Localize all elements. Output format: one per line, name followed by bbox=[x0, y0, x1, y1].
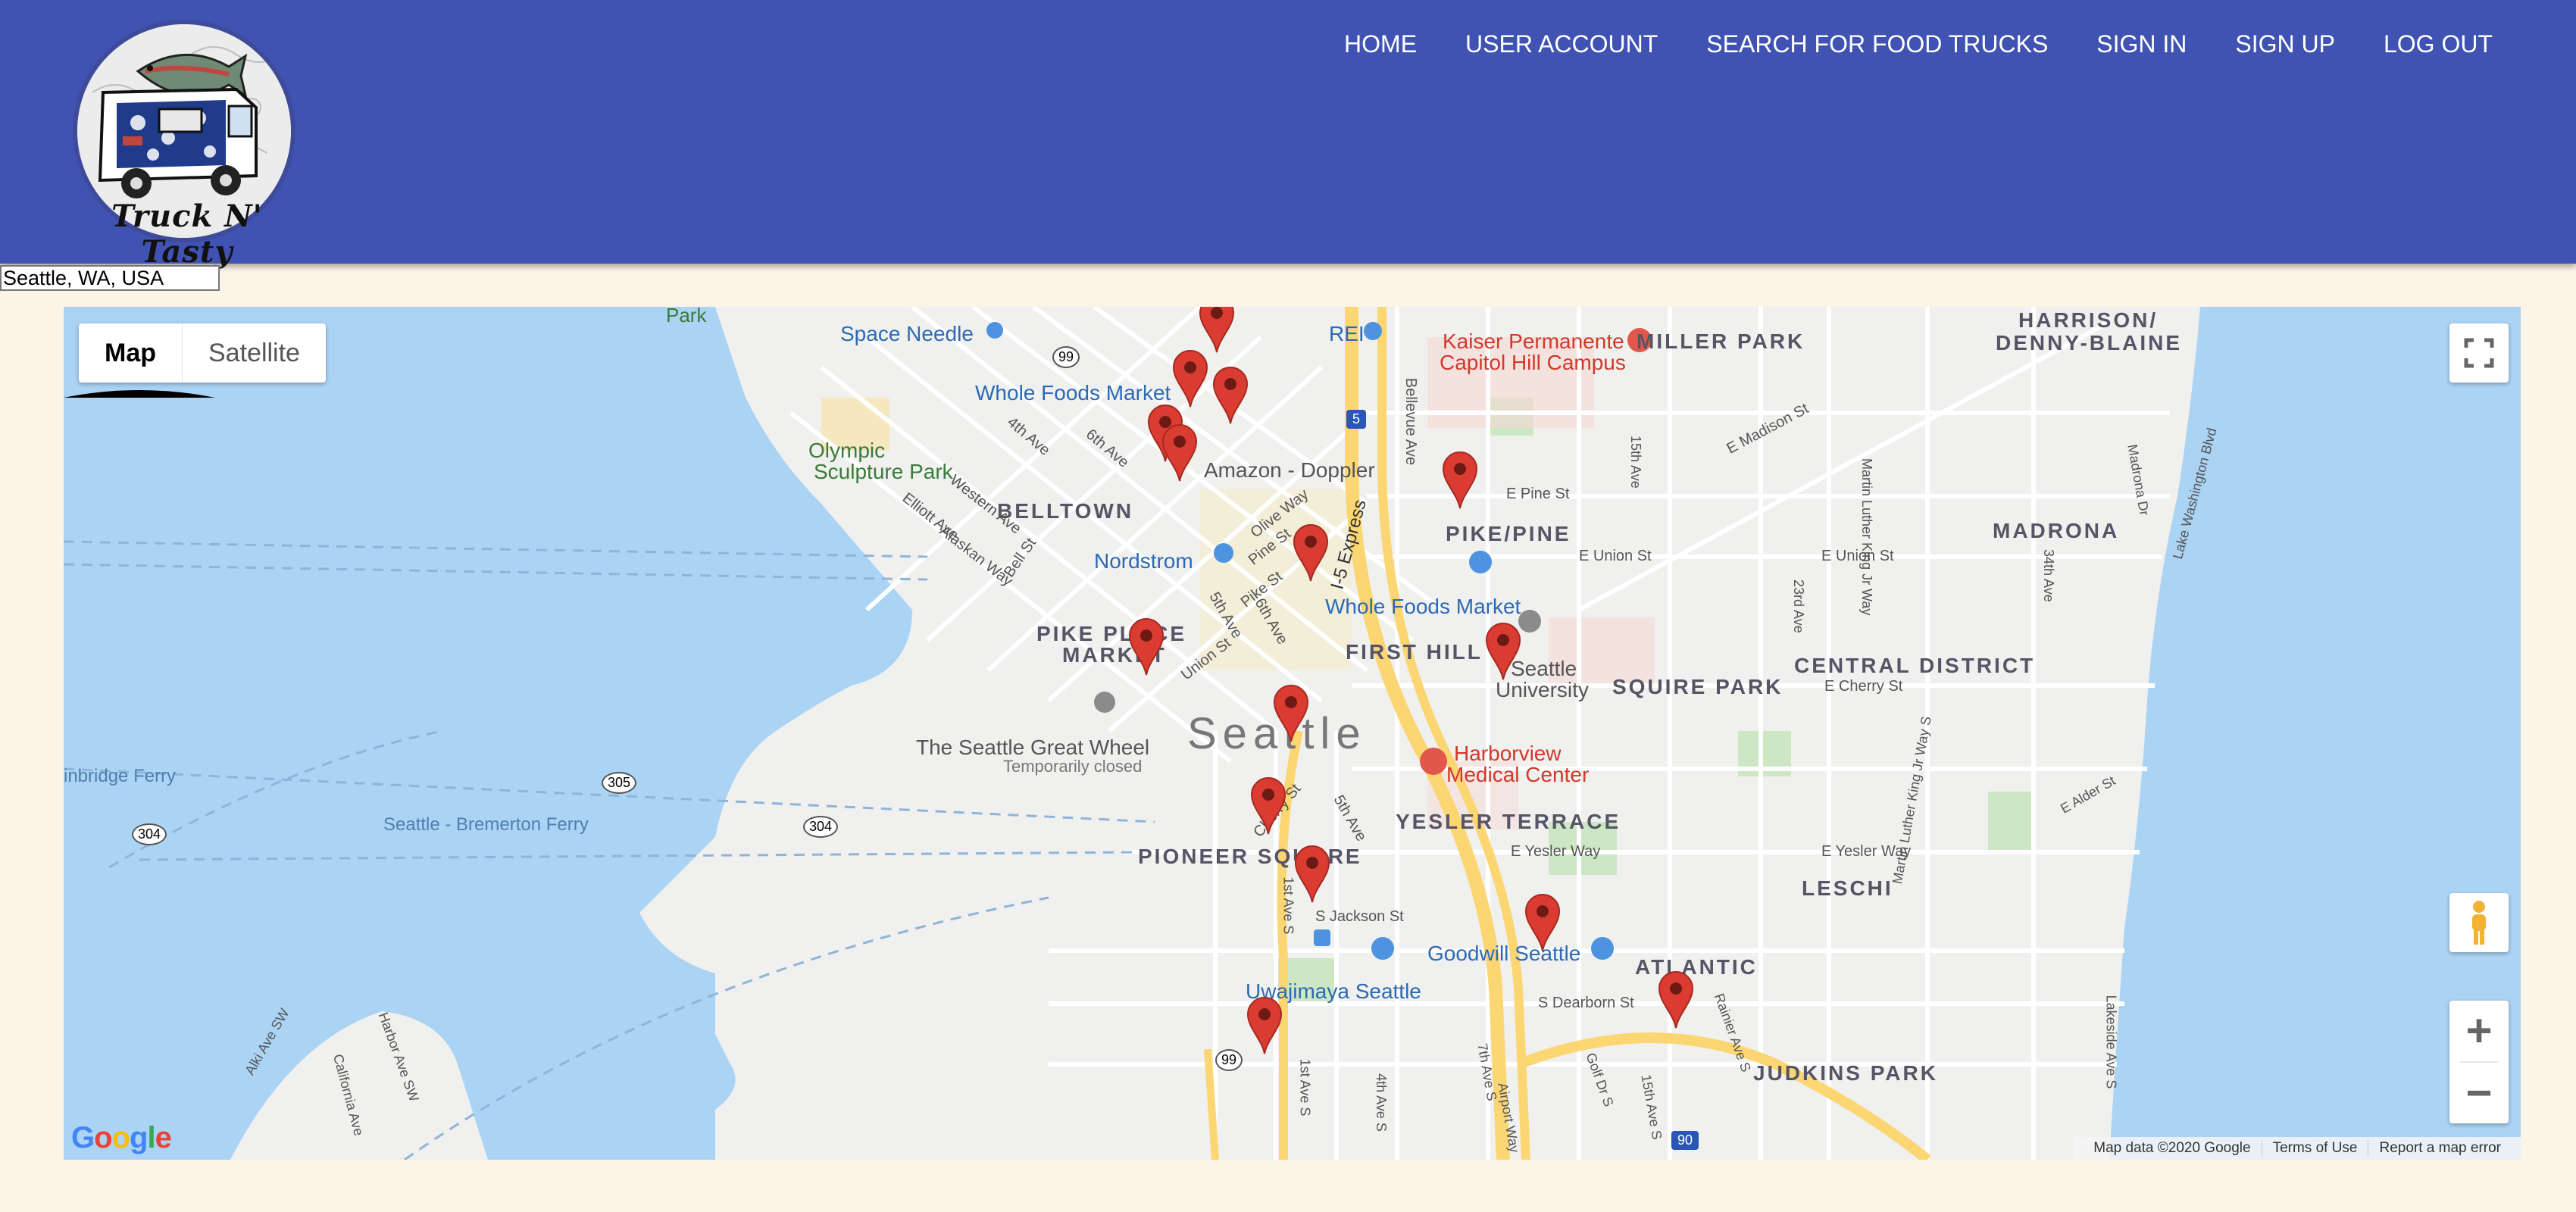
google-logo[interactable]: Google bbox=[71, 1121, 172, 1155]
map-marker-icon[interactable] bbox=[1160, 420, 1199, 483]
shopping-bag-icon bbox=[1364, 322, 1382, 340]
map-marker-icon[interactable] bbox=[1291, 520, 1330, 583]
district-first-hill: FIRST HILL bbox=[1346, 640, 1483, 664]
location-search-input[interactable] bbox=[0, 265, 220, 291]
street-view-pegman[interactable] bbox=[2449, 893, 2509, 952]
district-judkins-park: JUDKINS PARK bbox=[1753, 1061, 1938, 1085]
district-atlantic: ATLANTIC bbox=[1635, 955, 1758, 979]
street-e-cherry: E Cherry St bbox=[1824, 678, 1903, 695]
logo[interactable]: Truck N' Tasty bbox=[55, 17, 312, 270]
district-yesler-terrace: YESLER TERRACE bbox=[1396, 810, 1621, 833]
nav-search-food-trucks[interactable]: SEARCH FOR FOOD TRUCKS bbox=[1706, 30, 2048, 64]
main-nav: HOME USER ACCOUNT SEARCH FOR FOOD TRUCKS… bbox=[1296, 30, 2493, 64]
terms-of-use-link[interactable]: Terms of Use bbox=[2261, 1140, 2368, 1157]
water-bainbridge-ferry: inbridge Ferry bbox=[64, 766, 177, 786]
fullscreen-button[interactable] bbox=[2449, 323, 2509, 383]
route-shield: 5 bbox=[1346, 410, 1367, 429]
district-madrona: MADRONA bbox=[1993, 519, 2120, 542]
map-marker-icon[interactable] bbox=[1249, 773, 1288, 836]
zoom-out-button[interactable]: − bbox=[2449, 1063, 2509, 1123]
poi-space-needle[interactable]: Space Needle bbox=[840, 322, 974, 346]
route-shield: 304 bbox=[132, 823, 167, 845]
map-marker-icon[interactable] bbox=[1483, 619, 1523, 681]
poi-nordstrom[interactable]: Nordstrom bbox=[1094, 549, 1193, 573]
pegman-icon bbox=[2472, 901, 2486, 945]
nav-user-account[interactable]: USER ACCOUNT bbox=[1465, 30, 1658, 64]
map-marker-icon[interactable] bbox=[1127, 614, 1166, 676]
map-marker-icon[interactable] bbox=[1523, 890, 1562, 952]
poi-seattle-u-2[interactable]: University bbox=[1496, 678, 1589, 702]
nav-sign-in[interactable]: SIGN IN bbox=[2096, 30, 2187, 64]
map-marker-icon[interactable] bbox=[1656, 967, 1696, 1029]
attraction-icon bbox=[1094, 692, 1115, 713]
street-4th-ave-s: 4th Ave S bbox=[1373, 1073, 1389, 1132]
district-pike-pine: PIKE/PINE bbox=[1446, 522, 1571, 545]
map-attribution: Map data ©2020 Google Terms of Use Repor… bbox=[2074, 1137, 2521, 1160]
district-leschi: LESCHI bbox=[1802, 876, 1893, 900]
map-type-map-button[interactable]: Map bbox=[79, 323, 183, 383]
poi-whole-foods-1[interactable]: Whole Foods Market bbox=[975, 381, 1171, 405]
street-34th-ave: 34th Ave bbox=[2041, 549, 2056, 602]
route-shield: 305 bbox=[602, 772, 637, 794]
route-shield: 304 bbox=[803, 816, 839, 838]
street-s-jackson: S Jackson St bbox=[1315, 908, 1404, 925]
route-shield: 99 bbox=[1215, 1049, 1243, 1071]
map-type-satellite-button[interactable]: Satellite bbox=[183, 323, 326, 383]
poi-kaiser-2[interactable]: Capitol Hill Campus bbox=[1440, 351, 1626, 375]
street-e-yesler: E Yesler Way bbox=[1511, 843, 1601, 860]
fullscreen-icon bbox=[2464, 338, 2494, 368]
street-mlk: Martin Luther King Jr Way bbox=[1859, 458, 1874, 616]
district-harrison-2: DENNY-BLAINE bbox=[1996, 331, 2183, 355]
map-container[interactable]: Park Space Needle REI Whole Foods Market… bbox=[64, 307, 2521, 1160]
map-data-attribution: Map data ©2020 Google bbox=[2093, 1140, 2251, 1156]
map-marker-icon[interactable] bbox=[1293, 842, 1332, 904]
water-bremerton-ferry: Seattle - Bremerton Ferry bbox=[383, 814, 589, 835]
report-map-error-link[interactable]: Report a map error bbox=[2368, 1140, 2512, 1157]
map-marker-icon[interactable] bbox=[1211, 363, 1250, 425]
poi-rei[interactable]: REI bbox=[1329, 322, 1365, 346]
shopping-bag-icon bbox=[1214, 543, 1233, 563]
shopping-bag-icon bbox=[1591, 937, 1614, 960]
hospital-icon bbox=[1420, 748, 1447, 775]
zoom-in-button[interactable]: + bbox=[2449, 1001, 2509, 1061]
logo-text: Truck N' Tasty bbox=[111, 198, 263, 270]
shopping-cart-icon bbox=[1371, 937, 1394, 960]
poi-great-wheel-status: Temporarily closed bbox=[1003, 757, 1143, 776]
district-central: CENTRAL DISTRICT bbox=[1794, 654, 2036, 677]
street-e-union: E Union St bbox=[1821, 548, 1894, 564]
site-header: Truck N' Tasty HOME USER ACCOUNT SEARCH … bbox=[0, 0, 2576, 270]
map-marker-icon[interactable] bbox=[1440, 448, 1480, 510]
poi-olympic-2[interactable]: Sculpture Park bbox=[814, 460, 953, 484]
map-marker-icon[interactable] bbox=[1171, 346, 1210, 408]
transit-icon bbox=[1314, 929, 1330, 946]
map-type-control: Map Satellite bbox=[79, 323, 326, 383]
nav-home[interactable]: HOME bbox=[1344, 30, 1417, 64]
poi-harborview-2[interactable]: Medical Center bbox=[1446, 763, 1589, 787]
district-harrison-1: HARRISON/ bbox=[2018, 308, 2159, 332]
camera-icon bbox=[986, 322, 1003, 339]
zoom-control: + − bbox=[2449, 1001, 2509, 1123]
poi-amazon[interactable]: Amazon - Doppler bbox=[1204, 458, 1375, 483]
shopping-cart-icon bbox=[1469, 551, 1492, 573]
street-e-union: E Union St bbox=[1579, 548, 1652, 564]
street-s-dearborn: S Dearborn St bbox=[1538, 995, 1634, 1011]
poi-park: Park bbox=[666, 307, 707, 326]
poi-whole-foods-2[interactable]: Whole Foods Market bbox=[1325, 595, 1521, 619]
nav-log-out[interactable]: LOG OUT bbox=[2384, 30, 2493, 64]
street-e-pine: E Pine St bbox=[1506, 486, 1570, 502]
street-bellevue: Bellevue Ave bbox=[1402, 377, 1420, 466]
district-miller-park: MILLER PARK bbox=[1637, 330, 1805, 353]
map-marker-icon[interactable] bbox=[1271, 681, 1311, 743]
route-shield: 90 bbox=[1671, 1131, 1699, 1150]
district-squire-park: SQUIRE PARK bbox=[1612, 675, 1784, 698]
street-15th-ave: 15th Ave bbox=[1628, 436, 1643, 489]
street-1st-ave-s: 1st Ave S bbox=[1297, 1058, 1313, 1117]
street-lakeside: Lakeside Ave S bbox=[2103, 995, 2119, 1089]
map-marker-icon[interactable] bbox=[1245, 993, 1284, 1055]
street-23rd-ave: 23rd Ave bbox=[1791, 579, 1806, 633]
route-shield: 99 bbox=[1052, 346, 1080, 368]
nav-sign-up[interactable]: SIGN UP bbox=[2235, 30, 2335, 64]
